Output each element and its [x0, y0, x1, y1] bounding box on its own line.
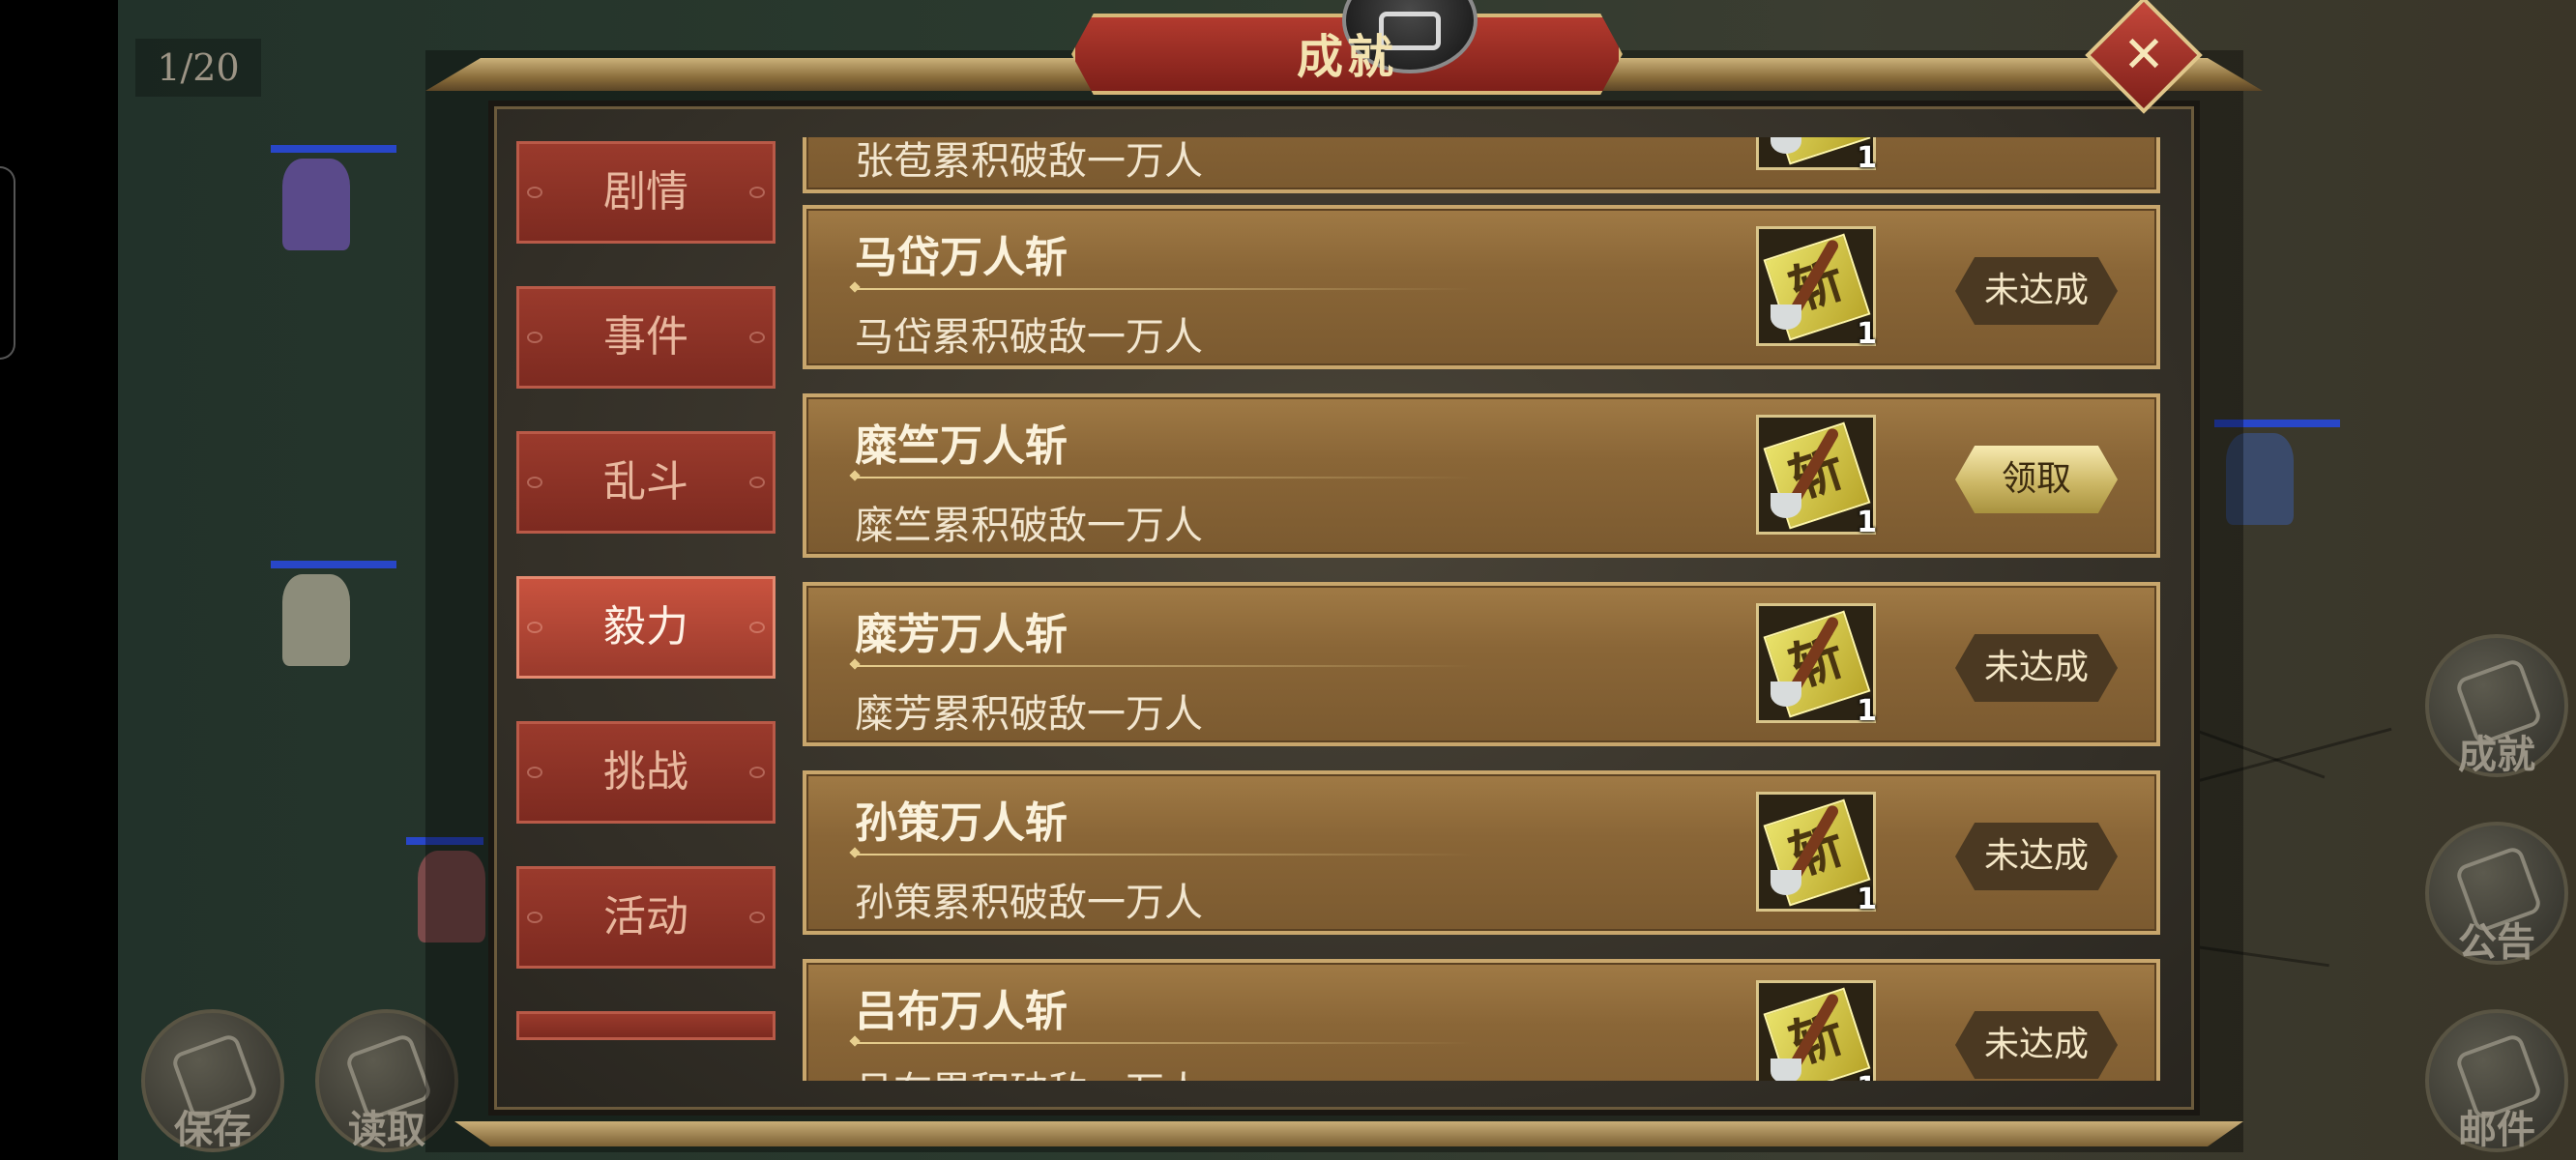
- save-button[interactable]: 保存: [141, 1009, 284, 1152]
- tab-category[interactable]: 毅力: [516, 576, 776, 679]
- tab-label: 乱斗: [603, 457, 688, 507]
- achievements-button[interactable]: 成就: [2425, 634, 2568, 777]
- achievement-row: 张苞累积破敌一万人 斩1: [803, 137, 2160, 193]
- achievement-name: 糜芳万人斩: [855, 610, 1068, 659]
- map-unit-sprite[interactable]: [271, 145, 396, 251]
- tab-label: 挑战: [603, 747, 688, 797]
- tab-label: 事件: [603, 312, 688, 362]
- reward-item-icon[interactable]: 斩1: [1756, 137, 1877, 175]
- tab-label: 毅力: [603, 602, 688, 652]
- row-divider: [855, 288, 1474, 290]
- achievement-name: 孙策万人斩: [855, 798, 1068, 848]
- modal-bottom-frame: [454, 1121, 2243, 1146]
- achievement-description: 糜竺累积破敌一万人: [855, 504, 1203, 548]
- status-not-achieved: 未达成: [1955, 257, 2118, 325]
- reward-shovel-icon: [1771, 304, 1801, 330]
- status-not-achieved: 未达成: [1955, 634, 2118, 702]
- achievement-row: 马岱万人斩马岱累积破敌一万人 斩 1 未达成: [803, 205, 2160, 369]
- achievement-name: 糜竺万人斩: [855, 421, 1068, 471]
- achievements-button-label: 成就: [2458, 733, 2535, 777]
- reward-item-icon[interactable]: 斩1: [1756, 980, 1877, 1081]
- tab-category[interactable]: 乱斗: [516, 431, 776, 534]
- tab-category-partial[interactable]: [516, 1011, 776, 1040]
- system-edge-handle[interactable]: [0, 166, 15, 360]
- unit-hp-bar: [271, 145, 396, 153]
- tab-ornament-icon: [527, 332, 542, 343]
- reward-count: 1: [1857, 694, 1877, 728]
- reward-item-icon[interactable]: 斩1: [1756, 603, 1877, 728]
- achievement-row: 糜竺万人斩糜竺累积破敌一万人 斩 1 领取: [803, 393, 2160, 558]
- reward-shovel-icon: [1771, 493, 1801, 518]
- reward-count: 1: [1857, 883, 1877, 916]
- reward-shovel-icon: [1771, 870, 1801, 895]
- tab-label: 剧情: [603, 167, 688, 217]
- achievement-name: 马岱万人斩: [855, 233, 1068, 282]
- notice-button-label: 公告: [2458, 920, 2535, 965]
- tab-ornament-icon: [749, 332, 765, 343]
- reward-count: 1: [1857, 1071, 1877, 1081]
- tab-ornament-icon: [527, 622, 542, 633]
- row-divider: [855, 1042, 1474, 1044]
- reward-count: 1: [1857, 141, 1877, 175]
- achievement-description: 张苞累积破敌一万人: [855, 139, 1203, 184]
- reward-item-icon[interactable]: 斩1: [1756, 226, 1877, 351]
- claim-button[interactable]: 领取: [1955, 446, 2118, 513]
- reward-item-icon[interactable]: 斩1: [1756, 415, 1877, 539]
- reward-shovel-icon: [1771, 1058, 1801, 1081]
- achievement-description: 糜芳累积破敌一万人: [855, 692, 1203, 737]
- achievement-name: 吕布万人斩: [855, 987, 1068, 1036]
- tab-ornament-icon: [749, 187, 765, 198]
- page-counter: 1/20: [135, 39, 261, 97]
- tab-category[interactable]: 剧情: [516, 141, 776, 244]
- achievement-row: 糜芳万人斩糜芳累积破敌一万人 斩 1 未达成: [803, 582, 2160, 746]
- achievement-description: 吕布累积破敌一万人: [855, 1059, 1203, 1081]
- tab-category[interactable]: 活动: [516, 866, 776, 969]
- tab-ornament-icon: [527, 767, 542, 778]
- unit-hp-bar: [271, 561, 396, 568]
- map-unit-sprite[interactable]: [271, 561, 396, 667]
- achievement-row: 孙策万人斩孙策累积破敌一万人 斩 1 未达成: [803, 770, 2160, 935]
- achievement-description: 马岱累积破敌一万人: [855, 315, 1203, 360]
- tab-ornament-icon: [749, 767, 765, 778]
- status-not-achieved: 未达成: [1955, 823, 2118, 890]
- reward-item-icon[interactable]: 斩1: [1756, 792, 1877, 916]
- achievement-description: 孙策累积破敌一万人: [855, 881, 1203, 925]
- achievement-row: 吕布万人斩吕布累积破敌一万人 斩1 未达成: [803, 959, 2160, 1081]
- row-divider: [855, 665, 1474, 667]
- reward-count: 1: [1857, 506, 1877, 539]
- tab-ornament-icon: [749, 477, 765, 488]
- tab-ornament-icon: [527, 187, 542, 198]
- tab-ornament-icon: [527, 477, 542, 488]
- mail-button-label: 邮件: [2458, 1108, 2535, 1152]
- row-divider: [855, 854, 1474, 856]
- tab-category[interactable]: 挑战: [516, 721, 776, 824]
- tab-label: 活动: [603, 892, 688, 942]
- tab-ornament-icon: [527, 912, 542, 923]
- notice-button[interactable]: 公告: [2425, 822, 2568, 965]
- tab-category[interactable]: 事件: [516, 286, 776, 389]
- close-icon: ✕: [2122, 26, 2165, 84]
- mail-button[interactable]: 邮件: [2425, 1009, 2568, 1152]
- status-not-achieved: 未达成: [1955, 1011, 2118, 1079]
- tab-ornament-icon: [749, 912, 765, 923]
- modal-title: 成就: [1296, 30, 1397, 84]
- save-button-label: 保存: [174, 1108, 251, 1152]
- reward-count: 1: [1857, 317, 1877, 351]
- tab-ornament-icon: [749, 622, 765, 633]
- reward-shovel-icon: [1771, 682, 1801, 707]
- row-divider: [855, 477, 1474, 478]
- achievement-list[interactable]: 张苞累积破敌一万人斩1马岱万人斩马岱累积破敌一万人斩1未达成糜竺万人斩糜竺累积破…: [793, 137, 2166, 1081]
